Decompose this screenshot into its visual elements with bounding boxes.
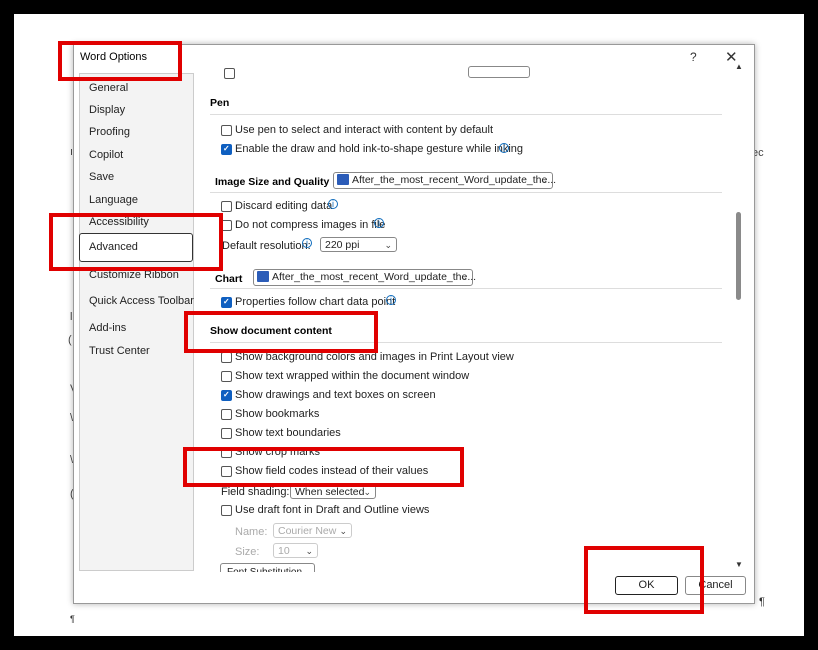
show-drawings-checkbox[interactable] [221, 390, 232, 401]
info-icon[interactable]: i [328, 199, 338, 209]
sidebar-item-general[interactable]: General [89, 82, 128, 94]
divider [210, 342, 722, 343]
chevron-down-icon: ⌄ [363, 487, 371, 497]
pen-heading: Pen [210, 97, 230, 109]
show-bookmarks-label: Show bookmarks [235, 408, 320, 420]
field-shading-label: Field shading: [221, 486, 290, 498]
sidebar-item-accessibility[interactable]: Accessibility [89, 216, 149, 228]
divider [210, 288, 722, 289]
sidebar-item-display[interactable]: Display [89, 104, 125, 116]
chart-heading: Chart [215, 273, 243, 285]
font-name-label: Name: [235, 526, 268, 538]
image-file-value: After_the_most_recent_Word_update_the... [352, 174, 557, 186]
field-shading-dropdown[interactable]: When selected ⌄ [290, 484, 376, 499]
content-scrollbar[interactable] [733, 62, 744, 572]
sidebar-item-copilot[interactable]: Copilot [89, 149, 123, 161]
dialog-title: Word Options [80, 51, 148, 63]
show-drawings-label: Show drawings and text boxes on screen [235, 389, 436, 401]
discard-editing-label: Discard editing data [235, 200, 333, 212]
sidebar-item-advanced[interactable]: Advanced [89, 241, 138, 253]
image-quality-heading: Image Size and Quality [215, 176, 330, 188]
font-size-label: Size: [235, 546, 260, 558]
resolution-dropdown[interactable]: 220 ppi ⌄ [320, 237, 397, 252]
show-crop-marks-label: Show crop marks [235, 446, 320, 458]
scroll-down-icon[interactable]: ▼ [735, 560, 743, 569]
chevron-down-icon: ⌄ [540, 175, 548, 185]
discard-editing-checkbox[interactable] [221, 201, 232, 212]
chevron-down-icon: ⌄ [305, 546, 313, 556]
info-icon[interactable]: i [499, 143, 509, 153]
chart-file-dropdown[interactable]: After_the_most_recent_Word_update_the...… [253, 269, 477, 286]
chevron-down-icon: ⌄ [460, 272, 468, 282]
resolution-value: 220 ppi [325, 239, 360, 251]
sidebar-item-proofing[interactable]: Proofing [89, 126, 130, 138]
draft-font-label: Use draft font in Draft and Outline view… [235, 504, 430, 516]
no-compress-label: Do not compress images in file [235, 219, 386, 231]
draft-font-checkbox[interactable] [221, 505, 232, 516]
sidebar-item-customize-ribbon[interactable]: Customize Ribbon [89, 269, 179, 281]
word-document-icon [257, 271, 269, 282]
show-crop-marks-checkbox[interactable] [221, 447, 232, 458]
show-document-content-heading: Show document content [210, 325, 332, 337]
show-bookmarks-checkbox[interactable] [221, 409, 232, 420]
show-text-boundaries-label: Show text boundaries [235, 427, 341, 439]
show-field-codes-label: Show field codes instead of their values [235, 465, 429, 477]
font-name-value: Courier New [278, 525, 337, 537]
chart-follow-checkbox[interactable] [221, 297, 232, 308]
no-compress-checkbox[interactable] [221, 220, 232, 231]
image-file-dropdown[interactable]: After_the_most_recent_Word_update_the...… [333, 172, 557, 189]
partial-dropdown[interactable] [468, 66, 530, 78]
scroll-up-icon[interactable]: ▲ [735, 62, 743, 71]
doc-fragment: ( [68, 334, 72, 346]
pen-select-checkbox[interactable] [221, 125, 232, 136]
word-document-icon [337, 174, 349, 185]
scrollbar-thumb[interactable] [736, 212, 741, 300]
options-content: Pen Use pen to select and interact with … [200, 62, 730, 572]
ok-button[interactable]: OK [615, 576, 678, 595]
font-size-value: 10 [278, 545, 290, 557]
show-background-label: Show background colors and images in Pri… [235, 351, 514, 363]
info-icon[interactable]: i [386, 295, 396, 305]
show-text-boundaries-checkbox[interactable] [221, 428, 232, 439]
divider [210, 114, 722, 115]
chevron-down-icon: ⌄ [339, 526, 347, 536]
ink-shape-checkbox[interactable] [221, 144, 232, 155]
info-icon[interactable]: i [374, 218, 384, 228]
font-size-dropdown[interactable]: 10 ⌄ [273, 543, 318, 558]
show-field-codes-checkbox[interactable] [221, 466, 232, 477]
field-shading-value: When selected [295, 486, 365, 498]
divider [210, 192, 722, 193]
ink-shape-label: Enable the draw and hold ink-to-shape ge… [235, 143, 524, 155]
default-resolution-label: Default resolution: [222, 240, 311, 252]
pen-select-label: Use pen to select and interact with cont… [235, 124, 494, 136]
sidebar-item-add-ins[interactable]: Add-ins [89, 322, 126, 334]
sidebar-item-quick-access-toolbar[interactable]: Quick Access Toolbar [89, 295, 194, 307]
font-name-dropdown[interactable]: Courier New ⌄ [273, 523, 352, 538]
pilcrow-mark: ¶ [70, 614, 75, 624]
sidebar-item-save[interactable]: Save [89, 171, 114, 183]
chevron-down-icon: ⌄ [384, 240, 392, 250]
sidebar-item-trust-center[interactable]: Trust Center [89, 345, 150, 357]
show-text-wrapped-checkbox[interactable] [221, 371, 232, 382]
chart-follow-label: Properties follow chart data point [235, 296, 396, 308]
info-icon[interactable]: i [302, 238, 312, 248]
show-background-checkbox[interactable] [221, 352, 232, 363]
chart-file-value: After_the_most_recent_Word_update_the... [272, 271, 477, 283]
sidebar-item-language[interactable]: Language [89, 194, 138, 206]
pilcrow-mark: ¶ [759, 596, 765, 608]
cancel-button[interactable]: Cancel [685, 576, 746, 595]
partial-checkbox[interactable] [224, 68, 235, 79]
show-text-wrapped-label: Show text wrapped within the document wi… [235, 370, 470, 382]
font-substitution-button[interactable]: Font Substitution... [220, 563, 315, 572]
